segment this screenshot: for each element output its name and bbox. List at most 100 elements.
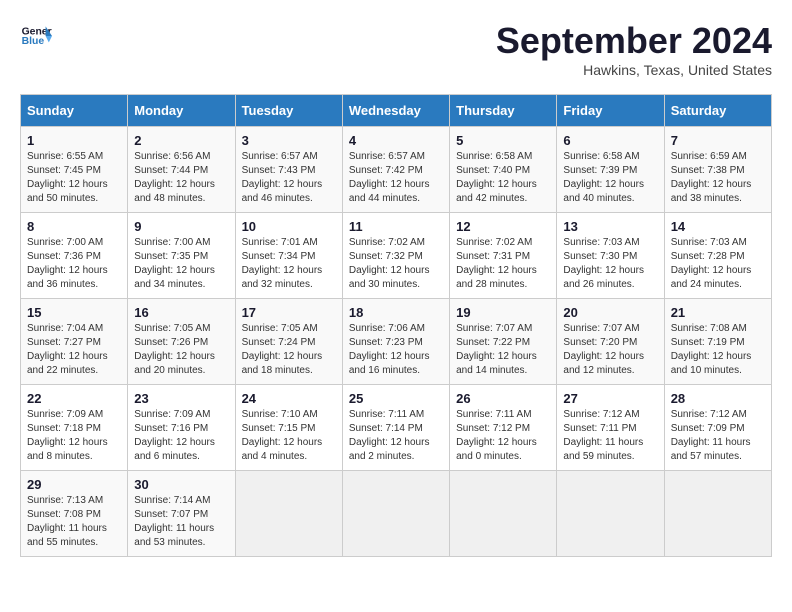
day-number: 3 (242, 133, 336, 148)
day-info: Sunrise: 7:08 AMSunset: 7:19 PMDaylight:… (671, 322, 765, 378)
day-info: Sunrise: 7:10 AMSunset: 7:15 PMDaylight:… (242, 408, 336, 464)
weekday-sunday: Sunday (21, 95, 128, 127)
calendar-cell: 14 Sunrise: 7:03 AMSunset: 7:28 PMDayligh… (664, 213, 771, 299)
calendar-cell: 8Sunrise: 7:00 AMSunset: 7:36 PMDaylight… (21, 213, 128, 299)
day-info: Sunrise: 6:58 AMSunset: 7:40 PMDaylight:… (456, 150, 550, 206)
calendar-table: SundayMondayTuesdayWednesdayThursdayFrid… (20, 94, 772, 557)
calendar-cell: 29 Sunrise: 7:13 AMSunset: 7:08 PMDayligh… (21, 471, 128, 557)
calendar-cell: 13 Sunrise: 7:03 AMSunset: 7:30 PMDayligh… (557, 213, 664, 299)
calendar-cell: 3 Sunrise: 6:57 AMSunset: 7:43 PMDaylight… (235, 127, 342, 213)
calendar-cell: 26 Sunrise: 7:11 AMSunset: 7:12 PMDayligh… (450, 385, 557, 471)
weekday-saturday: Saturday (664, 95, 771, 127)
weekday-tuesday: Tuesday (235, 95, 342, 127)
week-row-5: 29 Sunrise: 7:13 AMSunset: 7:08 PMDayligh… (21, 471, 772, 557)
calendar-cell: 22 Sunrise: 7:09 AMSunset: 7:18 PMDayligh… (21, 385, 128, 471)
day-number: 11 (349, 219, 443, 234)
logo: General Blue (20, 20, 52, 52)
svg-text:Blue: Blue (22, 36, 45, 47)
calendar-cell: 1Sunrise: 6:55 AMSunset: 7:45 PMDaylight… (21, 127, 128, 213)
day-number: 19 (456, 305, 550, 320)
weekday-header-row: SundayMondayTuesdayWednesdayThursdayFrid… (21, 95, 772, 127)
day-info: Sunrise: 7:11 AMSunset: 7:12 PMDaylight:… (456, 408, 550, 464)
calendar-cell: 28 Sunrise: 7:12 AMSunset: 7:09 PMDayligh… (664, 385, 771, 471)
day-number: 26 (456, 391, 550, 406)
calendar-cell: 27Sunrise: 7:12 AMSunset: 7:11 PMDayligh… (557, 385, 664, 471)
day-info: Sunrise: 6:57 AMSunset: 7:42 PMDaylight:… (349, 150, 443, 206)
title-block: September 2024 Hawkins, Texas, United St… (496, 20, 772, 78)
weekday-thursday: Thursday (450, 95, 557, 127)
day-info: Sunrise: 7:02 AMSunset: 7:32 PMDaylight:… (349, 236, 443, 292)
calendar-cell (664, 471, 771, 557)
day-number: 13 (563, 219, 657, 234)
day-info: Sunrise: 7:03 AMSunset: 7:30 PMDaylight:… (563, 236, 657, 292)
day-number: 24 (242, 391, 336, 406)
day-number: 12 (456, 219, 550, 234)
day-info: Sunrise: 7:13 AMSunset: 7:08 PMDaylight:… (27, 494, 121, 550)
day-info: Sunrise: 6:59 AMSunset: 7:38 PMDaylight:… (671, 150, 765, 206)
calendar-cell (342, 471, 449, 557)
day-number: 7 (671, 133, 765, 148)
calendar-cell: 30 Sunrise: 7:14 AMSunset: 7:07 PMDayligh… (128, 471, 235, 557)
weekday-monday: Monday (128, 95, 235, 127)
day-number: 5 (456, 133, 550, 148)
weekday-wednesday: Wednesday (342, 95, 449, 127)
day-number: 21 (671, 305, 765, 320)
day-number: 29 (27, 477, 121, 492)
day-number: 14 (671, 219, 765, 234)
day-info: Sunrise: 7:05 AMSunset: 7:26 PMDaylight:… (134, 322, 228, 378)
day-info: Sunrise: 6:57 AMSunset: 7:43 PMDaylight:… (242, 150, 336, 206)
calendar-cell: 4 Sunrise: 6:57 AMSunset: 7:42 PMDaylight… (342, 127, 449, 213)
week-row-4: 22 Sunrise: 7:09 AMSunset: 7:18 PMDayligh… (21, 385, 772, 471)
calendar-cell: 16Sunrise: 7:05 AMSunset: 7:26 PMDayligh… (128, 299, 235, 385)
day-info: Sunrise: 6:56 AMSunset: 7:44 PMDaylight:… (134, 150, 228, 206)
day-number: 9 (134, 219, 228, 234)
day-info: Sunrise: 7:02 AMSunset: 7:31 PMDaylight:… (456, 236, 550, 292)
day-number: 25 (349, 391, 443, 406)
day-number: 23 (134, 391, 228, 406)
day-number: 18 (349, 305, 443, 320)
day-info: Sunrise: 7:09 AMSunset: 7:16 PMDaylight:… (134, 408, 228, 464)
day-number: 28 (671, 391, 765, 406)
day-info: Sunrise: 7:07 AMSunset: 7:22 PMDaylight:… (456, 322, 550, 378)
calendar-body: 1Sunrise: 6:55 AMSunset: 7:45 PMDaylight… (21, 127, 772, 557)
day-info: Sunrise: 7:03 AMSunset: 7:28 PMDaylight:… (671, 236, 765, 292)
day-info: Sunrise: 7:00 AMSunset: 7:36 PMDaylight:… (27, 236, 121, 292)
day-info: Sunrise: 7:05 AMSunset: 7:24 PMDaylight:… (242, 322, 336, 378)
calendar-cell: 25 Sunrise: 7:11 AMSunset: 7:14 PMDayligh… (342, 385, 449, 471)
week-row-3: 15Sunrise: 7:04 AMSunset: 7:27 PMDayligh… (21, 299, 772, 385)
calendar-cell: 20 Sunrise: 7:07 AMSunset: 7:20 PMDayligh… (557, 299, 664, 385)
day-number: 2 (134, 133, 228, 148)
calendar-cell: 19 Sunrise: 7:07 AMSunset: 7:22 PMDayligh… (450, 299, 557, 385)
calendar-cell: 12 Sunrise: 7:02 AMSunset: 7:31 PMDayligh… (450, 213, 557, 299)
calendar-cell: 17 Sunrise: 7:05 AMSunset: 7:24 PMDayligh… (235, 299, 342, 385)
week-row-1: 1Sunrise: 6:55 AMSunset: 7:45 PMDaylight… (21, 127, 772, 213)
calendar-cell: 21 Sunrise: 7:08 AMSunset: 7:19 PMDayligh… (664, 299, 771, 385)
calendar-cell: 7 Sunrise: 6:59 AMSunset: 7:38 PMDaylight… (664, 127, 771, 213)
calendar-cell: 18 Sunrise: 7:06 AMSunset: 7:23 PMDayligh… (342, 299, 449, 385)
day-info: Sunrise: 7:14 AMSunset: 7:07 PMDaylight:… (134, 494, 228, 550)
day-info: Sunrise: 7:09 AMSunset: 7:18 PMDaylight:… (27, 408, 121, 464)
day-number: 6 (563, 133, 657, 148)
calendar-cell (450, 471, 557, 557)
day-number: 22 (27, 391, 121, 406)
logo-icon: General Blue (20, 20, 52, 52)
weekday-friday: Friday (557, 95, 664, 127)
day-info: Sunrise: 7:12 AMSunset: 7:09 PMDaylight:… (671, 408, 765, 464)
day-number: 30 (134, 477, 228, 492)
day-number: 17 (242, 305, 336, 320)
calendar-cell (235, 471, 342, 557)
day-info: Sunrise: 6:55 AMSunset: 7:45 PMDaylight:… (27, 150, 121, 206)
day-info: Sunrise: 7:06 AMSunset: 7:23 PMDaylight:… (349, 322, 443, 378)
day-info: Sunrise: 6:58 AMSunset: 7:39 PMDaylight:… (563, 150, 657, 206)
day-info: Sunrise: 7:11 AMSunset: 7:14 PMDaylight:… (349, 408, 443, 464)
calendar-cell: 11 Sunrise: 7:02 AMSunset: 7:32 PMDayligh… (342, 213, 449, 299)
day-number: 4 (349, 133, 443, 148)
day-number: 27 (563, 391, 657, 406)
calendar-cell: 9 Sunrise: 7:00 AMSunset: 7:35 PMDaylight… (128, 213, 235, 299)
day-info: Sunrise: 7:01 AMSunset: 7:34 PMDaylight:… (242, 236, 336, 292)
day-info: Sunrise: 7:07 AMSunset: 7:20 PMDaylight:… (563, 322, 657, 378)
day-info: Sunrise: 7:00 AMSunset: 7:35 PMDaylight:… (134, 236, 228, 292)
calendar-cell: 6 Sunrise: 6:58 AMSunset: 7:39 PMDaylight… (557, 127, 664, 213)
calendar-cell: 2 Sunrise: 6:56 AMSunset: 7:44 PMDaylight… (128, 127, 235, 213)
day-number: 20 (563, 305, 657, 320)
